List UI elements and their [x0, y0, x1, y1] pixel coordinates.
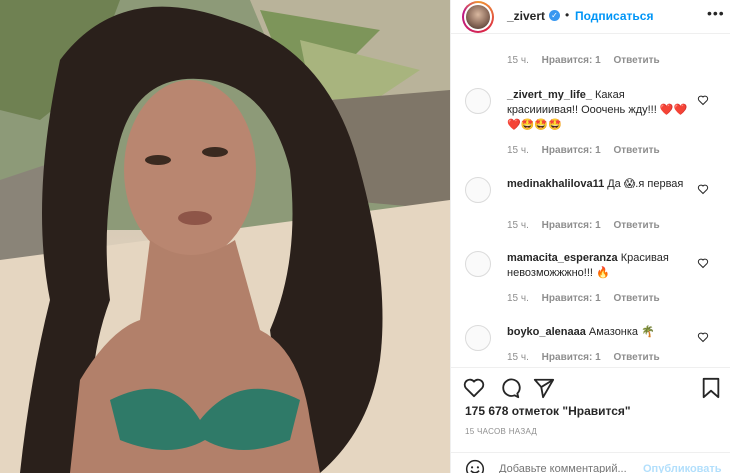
comment-likes[interactable]: Нравится: 1	[542, 145, 601, 156]
verified-badge-icon: ✓	[549, 10, 560, 21]
reply-button[interactable]: Ответить	[613, 352, 659, 363]
comment-icon[interactable]	[499, 377, 521, 399]
comment-time: 15 ч.	[507, 352, 529, 363]
comment-text: mamacita_esperanza Красивая невозможжжно!…	[507, 251, 697, 281]
comment-time: 15 ч.	[507, 220, 529, 231]
comment-meta: 15 ч. Нравится: 1 Ответить	[507, 145, 670, 156]
comment-time: 15 ч.	[507, 55, 529, 66]
comment-meta: 15 ч. Нравится: 1 Ответить	[507, 352, 670, 363]
heart-icon[interactable]	[463, 378, 485, 398]
likes-count[interactable]: 175 678 отметок "Нравится"	[465, 404, 631, 418]
comment-time: 15 ч.	[507, 145, 529, 156]
publish-button[interactable]: Опубликовать	[643, 463, 722, 473]
comment-text: boyko_alenaaa Амазонка 🌴	[507, 325, 697, 340]
post-actions-bar	[451, 367, 730, 407]
comment-heart-icon[interactable]	[697, 331, 709, 343]
add-comment-input[interactable]	[499, 463, 639, 473]
comment-body: Амазонка 🌴	[588, 326, 655, 338]
emoji-icon[interactable]	[465, 459, 485, 473]
follow-button[interactable]: Подписаться	[575, 9, 653, 23]
commenter-username[interactable]: mamacita_esperanza	[507, 252, 618, 264]
commenter-avatar[interactable]	[465, 325, 491, 351]
header-separator: •	[565, 8, 570, 22]
commenter-avatar[interactable]	[465, 88, 491, 114]
comment-likes[interactable]: Нравится: 1	[542, 55, 601, 66]
comment-time: 15 ч.	[507, 293, 529, 304]
comment-meta: 15 ч. Нравится: 1 Ответить	[507, 55, 670, 66]
comment-heart-icon[interactable]	[697, 257, 709, 269]
author-avatar[interactable]	[462, 1, 494, 33]
comment-meta: 15 ч. Нравится: 1 Ответить	[507, 220, 670, 231]
commenter-avatar[interactable]	[465, 177, 491, 203]
reply-button[interactable]: Ответить	[613, 145, 659, 156]
post-photo[interactable]	[0, 0, 450, 473]
add-comment-row: Опубликовать	[451, 452, 730, 473]
comment-body: Да 😱.я первая	[607, 178, 684, 190]
comment-heart-icon[interactable]	[697, 94, 709, 106]
reply-button[interactable]: Ответить	[613, 293, 659, 304]
post-time[interactable]: 15 ЧАСОВ НАЗАД	[465, 427, 537, 436]
comment-likes[interactable]: Нравится: 1	[542, 220, 601, 231]
post-side-panel: _zivert ✓ • Подписаться ••• 15 ч. Нравит…	[450, 0, 730, 473]
bookmark-icon[interactable]	[701, 377, 721, 399]
comment-likes[interactable]: Нравится: 1	[542, 352, 601, 363]
comment-text: _zivert_my_life_ Какая красиииивая!! Оооч…	[507, 88, 697, 133]
author-username[interactable]: _zivert	[507, 9, 545, 23]
reply-button[interactable]: Ответить	[613, 220, 659, 231]
comment-text: medinakhalilova11 Да 😱.я первая	[507, 177, 697, 192]
more-options-icon[interactable]: •••	[707, 5, 725, 21]
comment-heart-icon[interactable]	[697, 183, 709, 195]
commenter-avatar[interactable]	[465, 251, 491, 277]
commenter-username[interactable]: _zivert_my_life_	[507, 89, 592, 101]
comment-likes[interactable]: Нравится: 1	[542, 293, 601, 304]
commenter-username[interactable]: medinakhalilova11	[507, 178, 604, 190]
commenter-username[interactable]: boyko_alenaaa	[507, 326, 586, 338]
reply-button[interactable]: Ответить	[613, 55, 659, 66]
photo-illustration	[0, 0, 450, 473]
post-header: _zivert ✓ • Подписаться •••	[451, 0, 730, 34]
share-icon[interactable]	[533, 377, 555, 399]
comment-meta: 15 ч. Нравится: 1 Ответить	[507, 293, 670, 304]
